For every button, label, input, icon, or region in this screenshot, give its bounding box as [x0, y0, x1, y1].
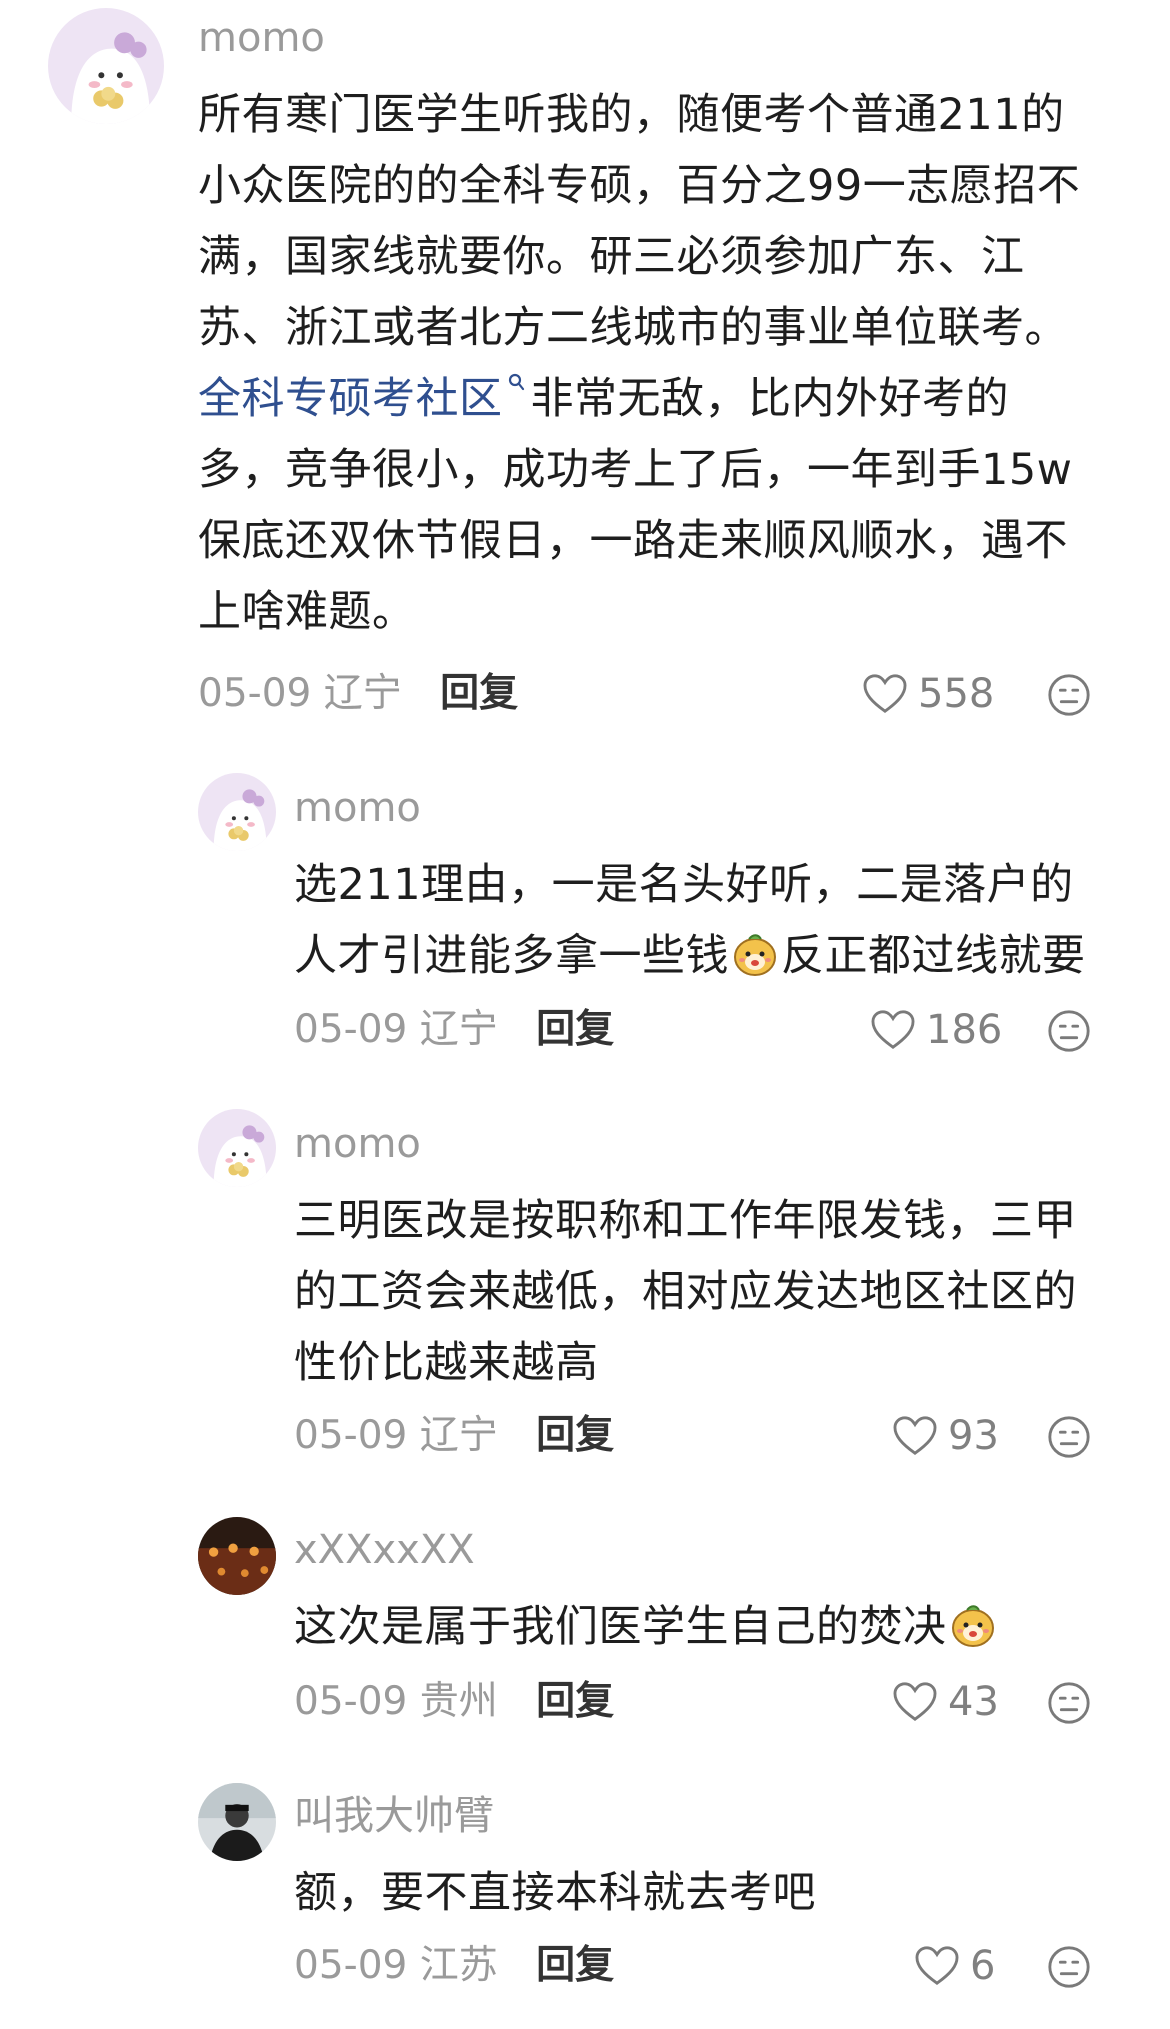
comment-date: 05-09 — [294, 1413, 408, 1458]
avatar[interactable] — [198, 1109, 276, 1187]
comment-location: 辽宁 — [419, 1007, 498, 1052]
heart-outline-icon — [892, 1681, 938, 1723]
reply-button[interactable]: 回复 — [536, 1007, 614, 1052]
avatar-image — [198, 1517, 276, 1595]
comment-location: 江苏 — [419, 1943, 498, 1988]
comment-text: 选211理由，一是名头好听，二是落户的 人才引进能多拿一些钱 反正都过线就要 — [294, 850, 1086, 992]
comment-line: 选211理由，一是名头好听，二是落户的 — [294, 860, 1074, 910]
reply-button[interactable]: 回复 — [536, 1413, 614, 1458]
comment-line: 小众医院的的全科专硕，百分之99一志愿招不 — [198, 161, 1081, 211]
username[interactable]: xXXxxXX — [294, 1526, 475, 1574]
like-button[interactable]: 186 — [870, 1006, 1002, 1054]
like-count: 6 — [970, 1943, 996, 1989]
comment-meta: 05-09 辽宁 回复 — [294, 1412, 614, 1460]
heart-outline-icon — [892, 1415, 938, 1457]
comment-text: 额，要不直接本科就去考吧 — [294, 1858, 816, 1929]
comment-location: 辽宁 — [323, 671, 402, 716]
comment-date: 05-09 — [294, 1679, 408, 1724]
like-button[interactable]: 93 — [892, 1412, 999, 1460]
cute-face-emoji — [949, 1601, 997, 1649]
comment-line: 多，竞争很小，成功考上了后，一年到手15w — [198, 445, 1073, 495]
comment-date: 05-09 — [198, 671, 312, 716]
comment-line: 额，要不直接本科就去考吧 — [294, 1868, 816, 1918]
meh-face-icon — [1046, 1944, 1092, 1990]
avatar[interactable] — [198, 773, 276, 851]
avatar-image — [198, 1783, 276, 1861]
comment-line: 这次是属于我们医学生自己的焚决 — [294, 1592, 999, 1663]
meh-face-icon — [1046, 1414, 1092, 1460]
dislike-button[interactable] — [1046, 672, 1092, 718]
comment-date: 05-09 — [294, 1007, 408, 1052]
reply-button[interactable]: 回复 — [440, 671, 518, 716]
comment-line: 三明医改是按职称和工作年限发钱，三甲 — [294, 1196, 1077, 1246]
comment-line-part: 反正都过线就要 — [781, 931, 1086, 981]
comment-text: 这次是属于我们医学生自己的焚决 — [294, 1592, 999, 1663]
like-button[interactable]: 43 — [892, 1678, 999, 1726]
username[interactable]: momo — [294, 1120, 421, 1168]
username[interactable]: momo — [294, 784, 421, 832]
cute-face-emoji — [731, 930, 779, 978]
comment-line: 满，国家线就要你。研三必须参加广东、江 — [198, 232, 1025, 282]
search-link[interactable]: 全科专硕考社区 — [198, 374, 503, 424]
heart-outline-icon — [914, 1945, 960, 1987]
avatar[interactable] — [48, 8, 164, 124]
comment-line: 的工资会来越低，相对应发达地区社区的 — [294, 1267, 1077, 1317]
heart-outline-icon — [862, 673, 908, 715]
like-count: 186 — [926, 1007, 1003, 1053]
username[interactable]: momo — [198, 14, 325, 62]
comment-meta: 05-09 江苏 回复 — [294, 1942, 614, 1990]
dislike-button[interactable] — [1046, 1944, 1092, 1990]
avatar[interactable] — [198, 1783, 276, 1861]
comment-meta: 05-09 贵州 回复 — [294, 1678, 614, 1726]
heart-outline-icon — [870, 1009, 916, 1051]
username[interactable]: 叫我大帅臂 — [294, 1792, 494, 1840]
comment-line-part: 人才引进能多拿一些钱 — [294, 931, 729, 981]
meh-face-icon — [1046, 1680, 1092, 1726]
reply-button[interactable]: 回复 — [536, 1679, 614, 1724]
like-button[interactable]: 6 — [914, 1942, 995, 1990]
comment-line-rest: 非常无敌，比内外好考的 — [530, 374, 1009, 424]
search-icon[interactable] — [507, 372, 525, 398]
dislike-button[interactable] — [1046, 1414, 1092, 1460]
avatar[interactable] — [198, 1517, 276, 1595]
comment-text: 所有寒门医学生听我的，随便考个普通211的 小众医院的的全科专硕，百分之99一志… — [198, 80, 1080, 648]
comment-meta: 05-09 辽宁 回复 — [294, 1006, 614, 1054]
like-count: 43 — [948, 1679, 999, 1725]
comment-line: 所有寒门医学生听我的，随便考个普通211的 — [198, 90, 1065, 140]
like-button[interactable]: 558 — [862, 670, 994, 718]
comment-line: 全科专硕考社区 非常无敌，比内外好考的 — [198, 364, 1080, 435]
comment-meta: 05-09 辽宁 回复 — [198, 670, 518, 718]
comment-line: 人才引进能多拿一些钱 反正都过线就要 — [294, 921, 1086, 992]
comment-date: 05-09 — [294, 1943, 408, 1988]
comment-line: 保底还双休节假日，一路走来顺风顺水，遇不 — [198, 516, 1068, 566]
comment-line-part: 这次是属于我们医学生自己的焚决 — [294, 1602, 947, 1652]
meh-face-icon — [1046, 672, 1092, 718]
comment-location: 贵州 — [419, 1679, 498, 1724]
like-count: 558 — [918, 671, 995, 717]
dislike-button[interactable] — [1046, 1680, 1092, 1726]
meh-face-icon — [1046, 1008, 1092, 1054]
dislike-button[interactable] — [1046, 1008, 1092, 1054]
comment-location: 辽宁 — [419, 1413, 498, 1458]
comment-line: 苏、浙江或者北方二线城市的事业单位联考。 — [198, 303, 1068, 353]
comment-line: 上啥难题。 — [198, 587, 416, 637]
comment-text: 三明医改是按职称和工作年限发钱，三甲 的工资会来越低，相对应发达地区社区的 性价… — [294, 1186, 1077, 1399]
like-count: 93 — [948, 1413, 999, 1459]
reply-button[interactable]: 回复 — [536, 1943, 614, 1988]
comment-line: 性价比越来越高 — [294, 1338, 599, 1388]
